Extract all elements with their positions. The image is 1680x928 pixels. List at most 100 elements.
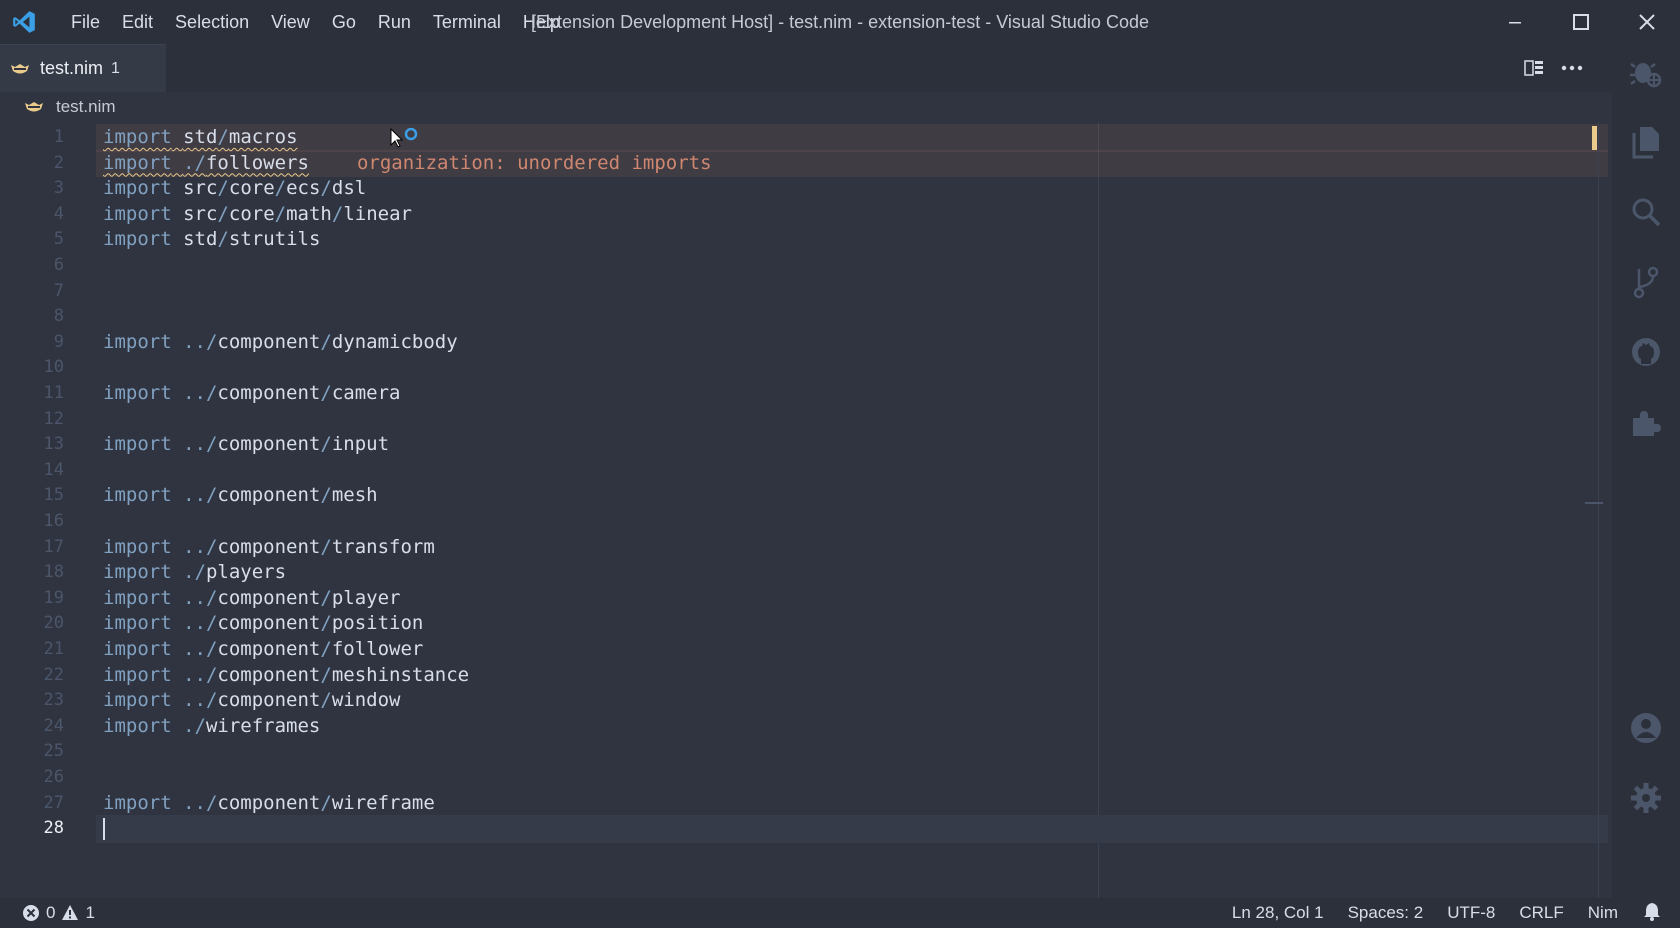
breadcrumb-file[interactable]: test.nim — [56, 97, 116, 117]
code-line[interactable] — [103, 764, 1603, 792]
code-area[interactable]: import std/macros import ./followers organ… — [96, 122, 1608, 898]
code-line[interactable] — [103, 738, 1603, 766]
more-actions-button[interactable] — [1560, 56, 1584, 80]
indentation[interactable]: Spaces: 2 — [1348, 903, 1424, 923]
code-line[interactable]: import ../component/dynamicbody — [103, 329, 1603, 357]
explorer-button[interactable] — [1612, 114, 1680, 170]
code-line[interactable]: import ../component/player — [103, 585, 1603, 613]
activity-bar — [1612, 44, 1680, 898]
code-line[interactable] — [96, 815, 1608, 843]
github-button[interactable] — [1612, 324, 1680, 380]
import-statement: import ../component/meshinstance — [103, 664, 469, 686]
warning-scroll-marker — [1592, 126, 1597, 150]
manage-settings-button[interactable] — [1612, 770, 1680, 826]
code-line[interactable]: import ../component/wireframe — [103, 790, 1603, 818]
code-editor[interactable]: 1 2 3 4 5 6 7 8 9 10 11 12 13 14 15 16 17 18 19 20 21 22 23 24 2… — [0, 122, 1612, 898]
encoding[interactable]: UTF-8 — [1447, 903, 1495, 923]
line-number: 5 — [53, 229, 64, 250]
code-line[interactable] — [103, 303, 1603, 331]
code-line[interactable]: import ../component/mesh — [103, 482, 1603, 510]
import-statement: import ../component/camera — [103, 382, 400, 404]
line-number: 12 — [43, 408, 64, 429]
extensions-icon — [1633, 411, 1661, 436]
code-line[interactable] — [103, 406, 1603, 434]
tab-label: test.nim — [40, 58, 104, 78]
end-of-line[interactable]: CRLF — [1519, 903, 1563, 923]
code-line[interactable] — [103, 252, 1603, 280]
import-statement: import ./wireframes — [103, 715, 320, 737]
menu-go[interactable]: Go — [321, 0, 367, 44]
line-number-gutter: 1 2 3 4 5 6 7 8 9 10 11 12 13 14 15 16 17 18 19 20 21 22 23 24 2… — [0, 122, 80, 898]
problems-indicator[interactable]: 0 1 — [0, 903, 95, 923]
menu-view[interactable]: View — [260, 0, 321, 44]
accounts-button[interactable] — [1612, 700, 1680, 756]
language-mode[interactable]: Nim — [1588, 903, 1618, 923]
code-line[interactable] — [103, 278, 1603, 306]
line-number: 28 — [43, 818, 64, 839]
code-line[interactable]: import src/core/ecs/dsl — [103, 175, 1603, 203]
minimize-button[interactable] — [1482, 0, 1548, 44]
tab-test-nim[interactable]: test.nim 1 — [0, 44, 166, 92]
code-line[interactable]: import ./followers organization: unordere… — [96, 149, 1608, 178]
import-path: ../component/camera — [183, 382, 401, 404]
code-line[interactable]: import ./players — [103, 559, 1603, 587]
menu-run[interactable]: Run — [367, 0, 422, 44]
breadcrumb: test.nim — [0, 92, 1612, 122]
code-line[interactable] — [103, 457, 1603, 485]
keyword-import: import — [103, 638, 172, 660]
run-debug-button[interactable] — [1612, 44, 1680, 100]
notifications-button[interactable] — [1642, 901, 1662, 926]
explorer-icon — [1632, 127, 1659, 159]
code-line[interactable]: import ../component/window — [103, 687, 1603, 715]
menu-terminal[interactable]: Terminal — [422, 0, 512, 44]
search-button[interactable] — [1612, 184, 1680, 240]
code-line[interactable]: import std/strutils — [103, 226, 1603, 254]
code-line[interactable]: import ../component/camera — [103, 380, 1603, 408]
close-icon — [1639, 14, 1655, 30]
status-bar-right: Ln 28, Col 1 Spaces: 2 UTF-8 CRLF Nim — [1208, 898, 1662, 928]
extensions-button[interactable] — [1612, 394, 1680, 450]
import-path: ../component/window — [183, 689, 401, 712]
code-line[interactable]: import src/core/math/linear — [103, 201, 1603, 229]
line-number: 14 — [43, 459, 64, 480]
text-cursor — [103, 817, 105, 840]
code-line[interactable]: import ./wireframes — [103, 713, 1603, 741]
github-icon — [1632, 338, 1660, 366]
open-preview-button[interactable] — [1522, 56, 1546, 80]
code-line[interactable]: import ../component/input — [103, 431, 1603, 459]
line-number: 8 — [53, 306, 64, 327]
keyword-import: import — [103, 433, 172, 456]
warning-squiggle: import ./followers — [103, 152, 309, 174]
maximize-icon — [1573, 14, 1589, 30]
source-control-button[interactable] — [1612, 254, 1680, 310]
close-button[interactable] — [1614, 0, 1680, 44]
code-line[interactable] — [103, 354, 1603, 382]
import-statement: import src/core/ecs/dsl — [103, 177, 366, 199]
warning-icon — [62, 905, 79, 920]
cursor-position[interactable]: Ln 28, Col 1 — [1232, 903, 1324, 923]
maximize-button[interactable] — [1548, 0, 1614, 44]
menu-edit[interactable]: Edit — [111, 0, 164, 44]
line-number: 21 — [43, 639, 64, 659]
menu-file[interactable]: File — [60, 0, 111, 44]
keyword-import: import — [103, 151, 172, 174]
import-statement: import ../component/window — [103, 689, 400, 711]
keyword-import: import — [103, 561, 172, 584]
code-line[interactable]: import ../component/position — [103, 610, 1603, 638]
line-number: 6 — [53, 255, 64, 275]
import-path: src/core/ecs/dsl — [183, 177, 367, 200]
import-path: ../component/input — [183, 433, 390, 456]
code-line[interactable] — [103, 508, 1603, 536]
keyword-import: import — [103, 330, 172, 353]
code-line[interactable]: import ../component/meshinstance — [103, 662, 1603, 690]
menu-help[interactable]: Help — [512, 0, 571, 44]
account-icon — [1631, 713, 1661, 743]
keyword-import: import — [103, 177, 172, 200]
scrollbar-track[interactable] — [1598, 122, 1599, 898]
code-line[interactable]: import ../component/follower — [103, 636, 1603, 664]
code-line[interactable]: import ../component/transform — [103, 534, 1603, 562]
code-line[interactable]: import std/macros — [96, 124, 1608, 152]
menu-selection[interactable]: Selection — [164, 0, 260, 44]
nim-file-icon — [11, 63, 29, 73]
overview-ruler-mark — [1585, 502, 1603, 504]
